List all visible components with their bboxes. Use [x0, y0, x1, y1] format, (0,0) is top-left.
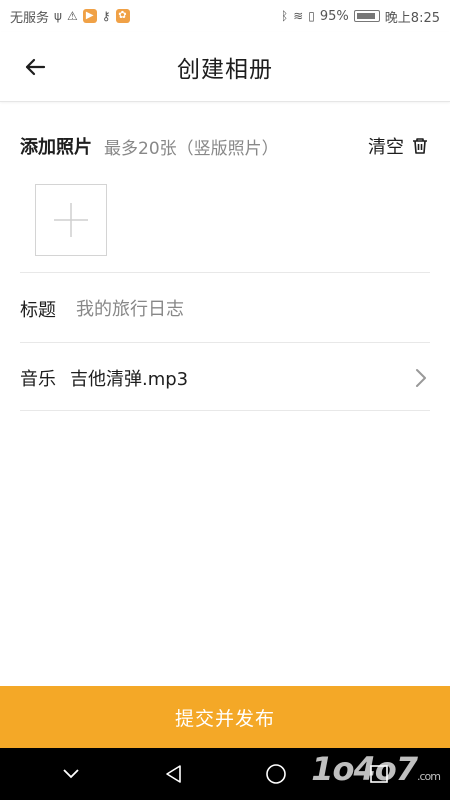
app-notification-icon: ✿ [115, 9, 130, 23]
nav-collapse-button[interactable] [51, 754, 91, 794]
status-left: 无服务 ψ ⚠ ▶ ⚷ ✿ [10, 7, 130, 26]
music-row[interactable]: 音乐 吉他清弹.mp3 [20, 344, 430, 412]
chevron-right-icon [416, 369, 426, 387]
battery-icon: ▯ [308, 9, 315, 23]
divider [20, 410, 430, 411]
trash-icon [413, 138, 427, 154]
submit-publish-button[interactable]: 提交并发布 [0, 686, 450, 748]
nav-home-button[interactable] [256, 754, 296, 794]
play-app-icon: ▶ [82, 9, 97, 23]
triangle-back-icon [165, 765, 181, 783]
photo-section: 添加照片 最多20张（竖版照片） 清空 [20, 128, 430, 256]
status-right: ᛒ ≋ ▯ 95% 晚上8:25 [281, 7, 440, 26]
nav-back-button[interactable] [154, 754, 194, 794]
photo-limit-hint: 最多20张（竖版照片） [104, 138, 279, 159]
title-row: 标题 [20, 275, 430, 343]
site-watermark: 1o4o7.com [311, 750, 441, 788]
add-photo-button[interactable] [35, 184, 107, 256]
clear-label: 清空 [368, 137, 404, 158]
divider [20, 272, 430, 273]
back-button[interactable] [18, 50, 52, 84]
usb-icon: ψ [54, 9, 62, 23]
music-value: 吉他清弹.mp3 [70, 369, 189, 390]
arrow-left-icon [25, 58, 46, 76]
watermark-suffix: .com [417, 770, 441, 783]
clock: 晚上8:25 [384, 10, 440, 26]
divider [20, 342, 430, 343]
screen: 无服务 ψ ⚠ ▶ ⚷ ✿ ᛒ ≋ ▯ 95% 晚上8:25 创建相册 添加照片… [0, 0, 450, 800]
page-title: 创建相册 [177, 56, 273, 83]
title-input[interactable] [76, 298, 430, 320]
music-label: 音乐 [20, 369, 56, 390]
chevron-down-icon [63, 769, 79, 779]
battery-percent: 95% [319, 8, 349, 24]
carrier-text: 无服务 [10, 10, 50, 26]
watermark-text: 1o4o7 [311, 750, 418, 788]
bluetooth-icon: ᛒ [281, 9, 289, 23]
wifi-icon: ≋ [293, 9, 304, 23]
warning-icon: ⚠ [66, 9, 78, 23]
title-label: 标题 [20, 300, 56, 321]
photo-header: 添加照片 最多20张（竖版照片） 清空 [20, 128, 430, 164]
clear-button[interactable]: 清空 [368, 133, 430, 159]
screen-cast-icon [353, 10, 380, 22]
photo-section-title: 添加照片 [20, 137, 92, 158]
plus-icon [54, 203, 88, 237]
header: 创建相册 [0, 32, 450, 102]
key-icon: ⚷ [101, 9, 111, 23]
status-bar: 无服务 ψ ⚠ ▶ ⚷ ✿ ᛒ ≋ ▯ 95% 晚上8:25 [0, 0, 450, 32]
circle-home-icon [266, 764, 287, 784]
